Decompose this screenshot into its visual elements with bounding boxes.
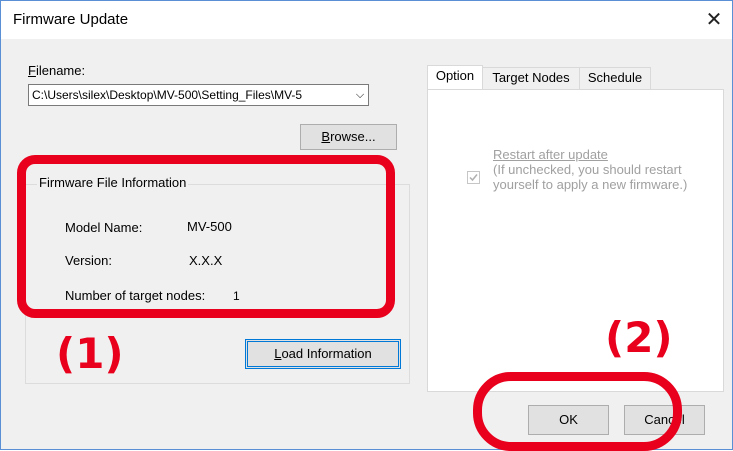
close-icon[interactable]: ✕ <box>700 7 728 33</box>
tab-target-nodes[interactable]: Target Nodes <box>482 67 580 89</box>
option-panel <box>427 89 724 392</box>
annotation-box-1 <box>17 155 395 318</box>
filename-value: C:\Users\silex\Desktop\MV-500\Setting_Fi… <box>32 88 303 102</box>
filename-combobox[interactable]: C:\Users\silex\Desktop\MV-500\Setting_Fi… <box>28 84 369 106</box>
load-information-button[interactable]: Load Information <box>245 339 401 369</box>
restart-option-text[interactable]: Restart after update (If unchecked, you … <box>493 147 718 192</box>
check-icon <box>469 174 478 182</box>
restart-label: Restart after update <box>493 147 608 162</box>
restart-note: (If unchecked, you should restart yourse… <box>493 162 688 192</box>
tab-option[interactable]: Option <box>427 65 483 89</box>
firmware-update-dialog: Firmware Update ✕ Filename: C:\Users\sil… <box>0 0 733 451</box>
load-label: oad Information <box>281 346 372 361</box>
filename-label: Filename: <box>28 63 85 78</box>
browse-accesskey: B <box>321 129 331 144</box>
browse-button[interactable]: Browse... <box>300 124 397 150</box>
restart-checkbox[interactable] <box>467 171 480 184</box>
filename-label-accesskey: F <box>28 63 36 78</box>
annotation-label-2: (2) <box>605 313 673 362</box>
tab-schedule[interactable]: Schedule <box>579 67 651 89</box>
browse-label: rowse... <box>330 129 376 144</box>
chevron-down-icon[interactable]: ⌵ <box>352 85 368 105</box>
dialog-title: Firmware Update <box>13 11 129 28</box>
annotation-box-2 <box>473 372 682 451</box>
filename-label-text: ilename: <box>35 63 86 78</box>
title-bar: Firmware Update ✕ <box>1 1 732 39</box>
annotation-label-1: (1) <box>56 329 124 378</box>
